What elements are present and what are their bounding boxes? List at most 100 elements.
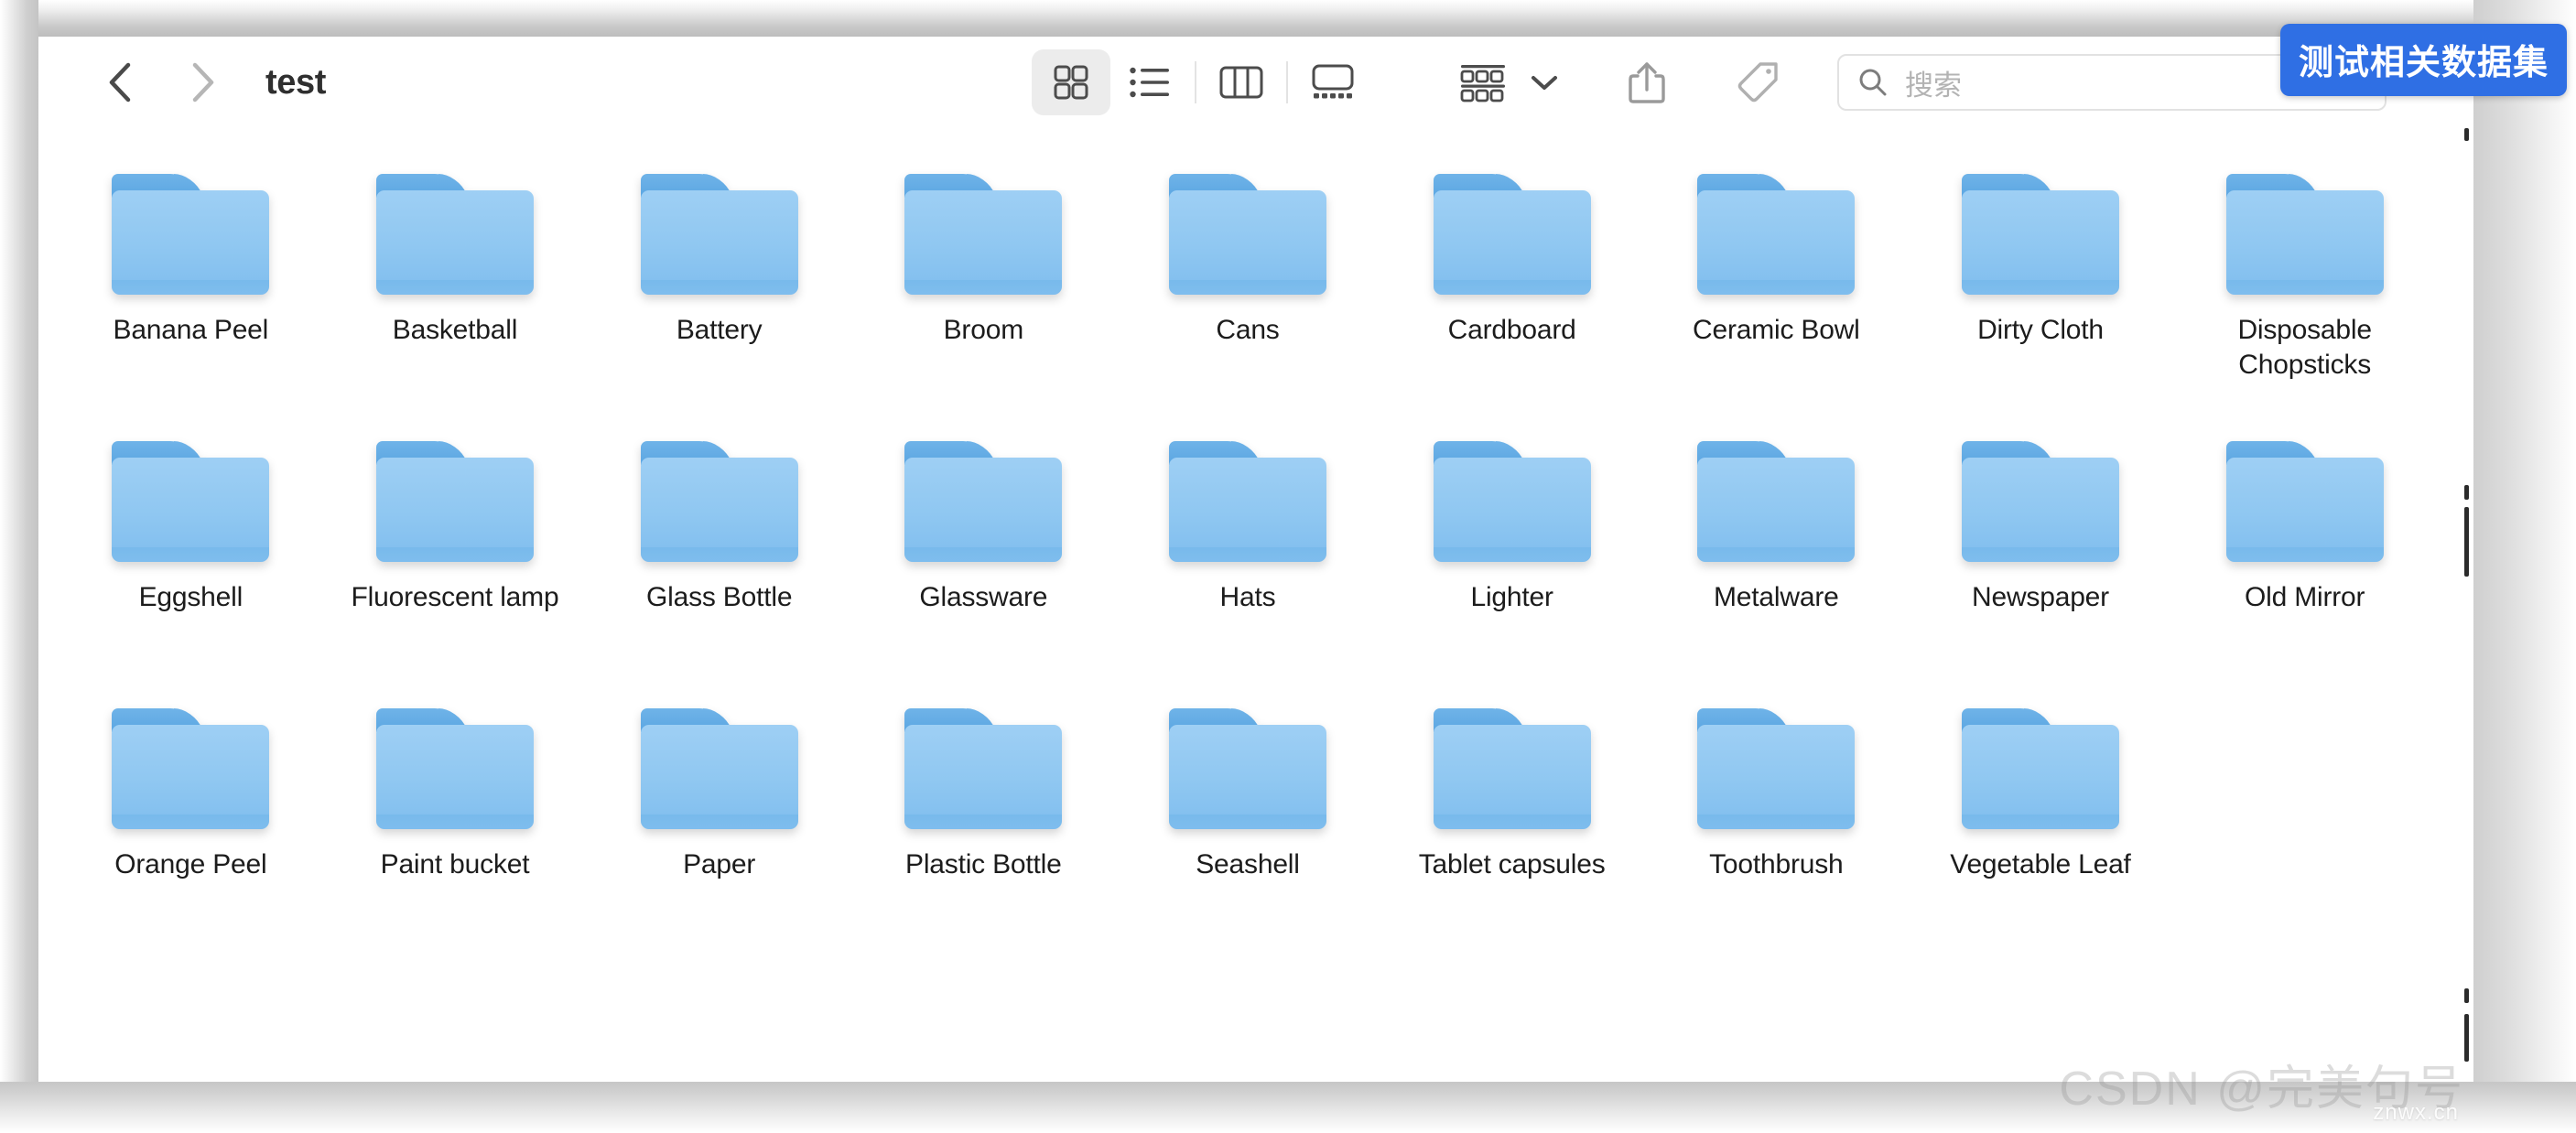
scroll-mark: [2464, 128, 2469, 141]
folder-body: [1697, 725, 1856, 829]
folder-item[interactable]: Metalware: [1644, 425, 1909, 692]
folder-body: [375, 190, 534, 295]
toolbar-divider: [1286, 61, 1288, 103]
folder-item[interactable]: Eggshell: [59, 425, 323, 692]
folder-label: Disposable Chopsticks: [2237, 315, 2372, 380]
scroll-mark: [2464, 507, 2469, 577]
gallery-view-icon: [1312, 64, 1354, 99]
folder-icon: [1961, 441, 2119, 562]
scroll-mark: [2464, 988, 2469, 1003]
folder-body: [1168, 458, 1326, 562]
folder-item[interactable]: Cardboard: [1380, 157, 1644, 425]
folder-item[interactable]: Paint bucket: [323, 692, 588, 959]
folder-label: Toothbrush: [1709, 849, 1844, 879]
folder-item[interactable]: Toothbrush: [1644, 692, 1909, 959]
vertical-scrollbar[interactable]: [2464, 128, 2470, 1082]
group-dropdown-button[interactable]: [1513, 49, 1564, 115]
icon-view-button[interactable]: [1032, 49, 1110, 115]
folder-icon: [1697, 174, 1856, 295]
folder-body: [1168, 190, 1326, 295]
folder-item[interactable]: Fluorescent lamp: [323, 425, 588, 692]
folder-item[interactable]: Dirty Cloth: [1909, 157, 2173, 425]
folder-item[interactable]: Paper: [587, 692, 851, 959]
folder-icon: [375, 708, 534, 829]
scroll-mark: [2464, 485, 2469, 500]
folder-item[interactable]: Vegetable Leaf: [1909, 692, 2173, 959]
folder-item[interactable]: Disposable Chopsticks: [2172, 157, 2437, 425]
folder-label: Vegetable Leaf: [1950, 849, 2131, 879]
folder-label: Hats: [1219, 582, 1276, 612]
dataset-badge: 测试相关数据集: [2279, 24, 2567, 96]
file-grid-area: Banana Peel Basketball Battery Broom Cans Car…: [38, 128, 2473, 1082]
backdrop-bottom-band: [0, 1082, 2576, 1133]
share-button[interactable]: [1621, 49, 1672, 115]
folder-label: Cans: [1216, 315, 1280, 345]
folder-body: [112, 458, 270, 562]
folder-item[interactable]: Ceramic Bowl: [1644, 157, 1909, 425]
finder-window: test 搜索 Banana Peel Basketball Battery B…: [38, 37, 2473, 1082]
folder-icon: [1433, 441, 1591, 562]
tag-button[interactable]: [1729, 49, 1786, 115]
folder-label: Basketball: [392, 315, 518, 345]
back-button[interactable]: [103, 59, 137, 106]
folder-body: [640, 458, 798, 562]
column-view-button[interactable]: [1202, 49, 1281, 115]
forward-button[interactable]: [185, 59, 220, 106]
folder-icon: [640, 708, 798, 829]
folder-body: [640, 190, 798, 295]
gallery-view-button[interactable]: [1293, 49, 1372, 115]
folder-icon: [904, 174, 1063, 295]
folder-body: [112, 725, 270, 829]
folder-body: [2225, 190, 2384, 295]
folder-label: Newspaper: [1972, 582, 2109, 612]
folder-label: Metalware: [1714, 582, 1839, 612]
folder-item[interactable]: Newspaper: [1909, 425, 2173, 692]
column-view-icon: [1219, 66, 1263, 99]
folder-label: Battery: [676, 315, 763, 345]
search-placeholder: 搜索: [1905, 69, 1962, 102]
chevron-left-icon: [109, 62, 131, 103]
folder-item[interactable]: Glassware: [851, 425, 1116, 692]
folder-icon: [640, 441, 798, 562]
folder-item[interactable]: Seashell: [1116, 692, 1380, 959]
scroll-mark: [2464, 1014, 2469, 1062]
folder-icon: [375, 441, 534, 562]
folder-label: Paper: [683, 849, 756, 879]
folder-label: Tablet capsules: [1418, 849, 1606, 879]
folder-icon: [2225, 441, 2384, 562]
folder-grid: Banana Peel Basketball Battery Broom Cans Car…: [38, 157, 2473, 959]
navigation-buttons: [103, 59, 220, 106]
folder-item[interactable]: Hats: [1116, 425, 1380, 692]
folder-icon: [1961, 174, 2119, 295]
folder-item[interactable]: Lighter: [1380, 425, 1644, 692]
folder-item[interactable]: Orange Peel: [59, 692, 323, 959]
folder-body: [1697, 190, 1856, 295]
folder-label: Glassware: [919, 582, 1048, 612]
folder-body: [904, 458, 1063, 562]
folder-body: [1433, 725, 1591, 829]
folder-item[interactable]: Basketball: [323, 157, 588, 425]
folder-item[interactable]: Broom: [851, 157, 1116, 425]
folder-item[interactable]: Battery: [587, 157, 851, 425]
folder-label: Dirty Cloth: [1977, 315, 2104, 345]
folder-body: [640, 725, 798, 829]
folder-item[interactable]: Old Mirror: [2172, 425, 2437, 692]
list-view-icon: [1130, 67, 1169, 98]
group-items-button[interactable]: [1453, 49, 1513, 115]
folder-icon: [904, 441, 1063, 562]
folder-item[interactable]: Cans: [1116, 157, 1380, 425]
folder-body: [1433, 190, 1591, 295]
folder-icon: [1697, 708, 1856, 829]
folder-item[interactable]: Plastic Bottle: [851, 692, 1116, 959]
list-view-button[interactable]: [1110, 49, 1189, 115]
folder-item[interactable]: Glass Bottle: [587, 425, 851, 692]
chevron-right-icon: [192, 62, 214, 103]
folder-icon: [1961, 708, 2119, 829]
folder-body: [2225, 458, 2384, 562]
search-icon: [1859, 69, 1887, 96]
finder-toolbar: test 搜索: [38, 37, 2473, 128]
toolbar-divider: [1195, 61, 1196, 103]
folder-icon: [1168, 441, 1326, 562]
folder-item[interactable]: Tablet capsules: [1380, 692, 1644, 959]
folder-item[interactable]: Banana Peel: [59, 157, 323, 425]
